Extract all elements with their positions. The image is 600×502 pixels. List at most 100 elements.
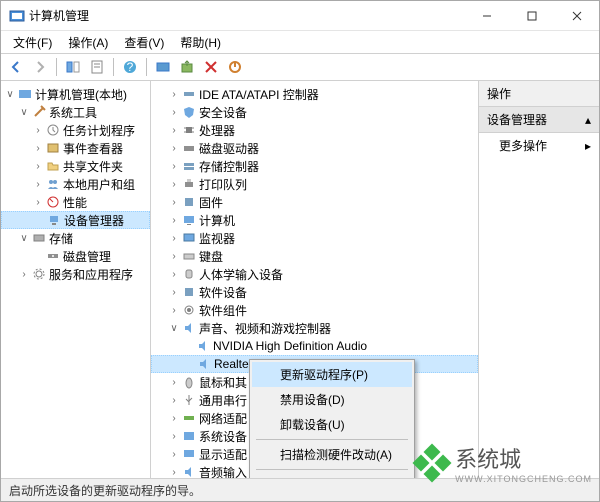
disable-button[interactable] bbox=[224, 56, 246, 78]
cat-ide[interactable]: ›IDE ATA/ATAPI 控制器 bbox=[151, 85, 478, 103]
expand-icon[interactable]: › bbox=[167, 269, 181, 280]
tree-task-scheduler[interactable]: ›任务计划程序 bbox=[1, 121, 150, 139]
system-icon bbox=[181, 428, 197, 444]
cat-software[interactable]: ›软件设备 bbox=[151, 283, 478, 301]
maximize-button[interactable] bbox=[509, 2, 554, 30]
forward-button[interactable] bbox=[29, 56, 51, 78]
keyboard-icon bbox=[181, 248, 197, 264]
cat-keyboards[interactable]: ›键盘 bbox=[151, 247, 478, 265]
expand-icon[interactable]: › bbox=[167, 467, 181, 478]
minimize-button[interactable] bbox=[464, 2, 509, 30]
tree-device-manager[interactable]: 设备管理器 bbox=[1, 211, 150, 229]
body: ∨计算机管理(本地) ∨系统工具 ›任务计划程序 ›事件查看器 ›共享文件夹 ›… bbox=[1, 81, 599, 479]
app-icon bbox=[9, 8, 25, 24]
menu-uninstall-device[interactable]: 卸载设备(U) bbox=[252, 412, 412, 437]
collapse-icon[interactable]: ∨ bbox=[3, 89, 17, 100]
help-button[interactable]: ? bbox=[119, 56, 141, 78]
cat-disk-drives[interactable]: ›磁盘驱动器 bbox=[151, 139, 478, 157]
services-icon bbox=[31, 266, 47, 282]
status-text: 启动所选设备的更新驱动程序的导。 bbox=[9, 482, 201, 499]
expand-icon[interactable]: › bbox=[167, 125, 181, 136]
menu-scan-hardware[interactable]: 扫描检测硬件改动(A) bbox=[252, 442, 412, 467]
tree-shared-folders[interactable]: ›共享文件夹 bbox=[1, 157, 150, 175]
controller-icon bbox=[181, 86, 197, 102]
collapse-icon[interactable]: ∨ bbox=[167, 323, 181, 334]
show-hide-tree-button[interactable] bbox=[62, 56, 84, 78]
tree-event-viewer[interactable]: ›事件查看器 bbox=[1, 139, 150, 157]
context-menu: 更新驱动程序(P) 禁用设备(D) 卸载设备(U) 扫描检测硬件改动(A) 属性… bbox=[249, 359, 415, 478]
tree-system-tools[interactable]: ∨系统工具 bbox=[1, 103, 150, 121]
expand-icon[interactable]: › bbox=[167, 395, 181, 406]
cat-storage-ctrl[interactable]: ›存储控制器 bbox=[151, 157, 478, 175]
expand-icon[interactable]: › bbox=[31, 197, 45, 208]
cat-hid[interactable]: ›人体学输入设备 bbox=[151, 265, 478, 283]
chevron-right-icon: ▸ bbox=[585, 139, 591, 153]
device-nvidia-audio[interactable]: NVIDIA High Definition Audio bbox=[151, 337, 478, 355]
firmware-icon bbox=[181, 194, 197, 210]
cat-firmware[interactable]: ›固件 bbox=[151, 193, 478, 211]
usb-icon bbox=[181, 392, 197, 408]
tree-disk-mgmt[interactable]: 磁盘管理 bbox=[1, 247, 150, 265]
clock-icon bbox=[45, 122, 61, 138]
disk-icon bbox=[181, 140, 197, 156]
titlebar: 计算机管理 bbox=[1, 1, 599, 31]
actions-section[interactable]: 设备管理器 ▴ bbox=[479, 107, 599, 133]
menu-action[interactable]: 操作(A) bbox=[60, 32, 116, 53]
expand-icon[interactable]: › bbox=[167, 89, 181, 100]
expand-icon[interactable]: › bbox=[167, 215, 181, 226]
tree-root[interactable]: ∨计算机管理(本地) bbox=[1, 85, 150, 103]
close-button[interactable] bbox=[554, 2, 599, 30]
left-tree-pane: ∨计算机管理(本地) ∨系统工具 ›任务计划程序 ›事件查看器 ›共享文件夹 ›… bbox=[1, 81, 151, 478]
properties-button[interactable] bbox=[86, 56, 108, 78]
expand-icon[interactable]: › bbox=[167, 377, 181, 388]
cat-audio[interactable]: ∨声音、视频和游戏控制器 bbox=[151, 319, 478, 337]
back-button[interactable] bbox=[5, 56, 27, 78]
expand-icon[interactable]: › bbox=[167, 179, 181, 190]
expand-icon[interactable]: › bbox=[167, 305, 181, 316]
tree-services[interactable]: ›服务和应用程序 bbox=[1, 265, 150, 283]
tree-storage[interactable]: ∨存储 bbox=[1, 229, 150, 247]
expand-icon[interactable]: › bbox=[167, 161, 181, 172]
cat-computer[interactable]: ›计算机 bbox=[151, 211, 478, 229]
network-icon bbox=[181, 410, 197, 426]
menu-update-driver[interactable]: 更新驱动程序(P) bbox=[252, 362, 412, 387]
cat-print-queues[interactable]: ›打印队列 bbox=[151, 175, 478, 193]
expand-icon[interactable]: › bbox=[31, 125, 45, 136]
tree-local-users[interactable]: ›本地用户和组 bbox=[1, 175, 150, 193]
more-actions[interactable]: 更多操作 ▸ bbox=[479, 133, 599, 158]
menu-disable-device[interactable]: 禁用设备(D) bbox=[252, 387, 412, 412]
expand-icon[interactable]: › bbox=[167, 449, 181, 460]
expand-icon[interactable]: › bbox=[31, 179, 45, 190]
expand-icon[interactable]: › bbox=[167, 287, 181, 298]
uninstall-button[interactable] bbox=[200, 56, 222, 78]
storage-icon bbox=[31, 230, 47, 246]
scan-button[interactable] bbox=[152, 56, 174, 78]
menu-help[interactable]: 帮助(H) bbox=[172, 32, 229, 53]
cat-processors[interactable]: ›处理器 bbox=[151, 121, 478, 139]
cat-software-comp[interactable]: ›软件组件 bbox=[151, 301, 478, 319]
cat-monitors[interactable]: ›监视器 bbox=[151, 229, 478, 247]
expand-icon[interactable]: › bbox=[167, 143, 181, 154]
collapse-icon[interactable]: ∨ bbox=[17, 107, 31, 118]
menu-view[interactable]: 查看(V) bbox=[116, 32, 172, 53]
expand-icon[interactable]: › bbox=[31, 143, 45, 154]
collapse-icon[interactable]: ∨ bbox=[17, 233, 31, 244]
menu-properties[interactable]: 属性(R) bbox=[252, 472, 412, 478]
expand-icon[interactable]: › bbox=[167, 251, 181, 262]
speaker-icon bbox=[181, 320, 197, 336]
expand-icon[interactable]: › bbox=[167, 107, 181, 118]
expand-icon[interactable]: › bbox=[17, 269, 31, 280]
mouse-icon bbox=[181, 374, 197, 390]
tree-performance[interactable]: ›性能 bbox=[1, 193, 150, 211]
expand-icon[interactable]: › bbox=[31, 161, 45, 172]
update-driver-button[interactable] bbox=[176, 56, 198, 78]
menu-file[interactable]: 文件(F) bbox=[5, 32, 60, 53]
expand-icon[interactable]: › bbox=[167, 197, 181, 208]
expand-icon[interactable]: › bbox=[167, 233, 181, 244]
collapse-icon: ▴ bbox=[585, 113, 591, 127]
users-icon bbox=[45, 176, 61, 192]
expand-icon[interactable]: › bbox=[167, 431, 181, 442]
expand-icon[interactable]: › bbox=[167, 413, 181, 424]
speaker-icon bbox=[196, 356, 212, 372]
cat-security[interactable]: ›安全设备 bbox=[151, 103, 478, 121]
